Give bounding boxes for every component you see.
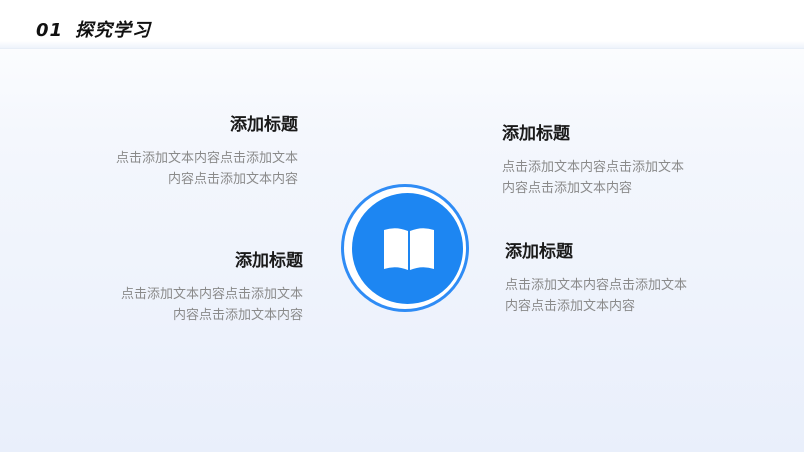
block-description: 点击添加文本内容点击添加文本 内容点击添加文本内容 bbox=[505, 275, 745, 317]
description-line: 内容点击添加文本内容 bbox=[502, 181, 633, 196]
block-description: 点击添加文本内容点击添加文本 内容点击添加文本内容 bbox=[63, 284, 303, 326]
section-heading: 01 探究学习 bbox=[36, 16, 151, 42]
slide-header: 01 探究学习 bbox=[0, 0, 804, 48]
book-icon bbox=[384, 228, 434, 270]
section-number: 01 bbox=[36, 20, 64, 41]
description-line: 点击添加文本内容点击添加文本 bbox=[502, 160, 685, 175]
block-description: 点击添加文本内容点击添加文本 内容点击添加文本内容 bbox=[502, 157, 742, 199]
description-line: 内容点击添加文本内容 bbox=[167, 172, 298, 187]
block-title: 添加标题 bbox=[502, 124, 570, 144]
description-line: 内容点击添加文本内容 bbox=[505, 299, 636, 314]
section-title: 探究学习 bbox=[75, 20, 152, 41]
block-title: 添加标题 bbox=[235, 251, 303, 271]
text-block-bottom-right: 添加标题 点击添加文本内容点击添加文本 内容点击添加文本内容 bbox=[505, 241, 745, 317]
text-block-bottom-left: 添加标题 点击添加文本内容点击添加文本 内容点击添加文本内容 bbox=[63, 250, 303, 326]
description-line: 内容点击添加文本内容 bbox=[172, 308, 303, 323]
text-block-top-right: 添加标题 点击添加文本内容点击添加文本 内容点击添加文本内容 bbox=[502, 123, 742, 199]
description-line: 点击添加文本内容点击添加文本 bbox=[120, 287, 303, 302]
block-title: 添加标题 bbox=[230, 115, 298, 135]
text-block-top-left: 添加标题 点击添加文本内容点击添加文本 内容点击添加文本内容 bbox=[58, 114, 298, 190]
block-description: 点击添加文本内容点击添加文本 内容点击添加文本内容 bbox=[58, 148, 298, 190]
block-title: 添加标题 bbox=[505, 242, 573, 262]
description-line: 点击添加文本内容点击添加文本 bbox=[115, 151, 298, 166]
description-line: 点击添加文本内容点击添加文本 bbox=[505, 278, 688, 293]
